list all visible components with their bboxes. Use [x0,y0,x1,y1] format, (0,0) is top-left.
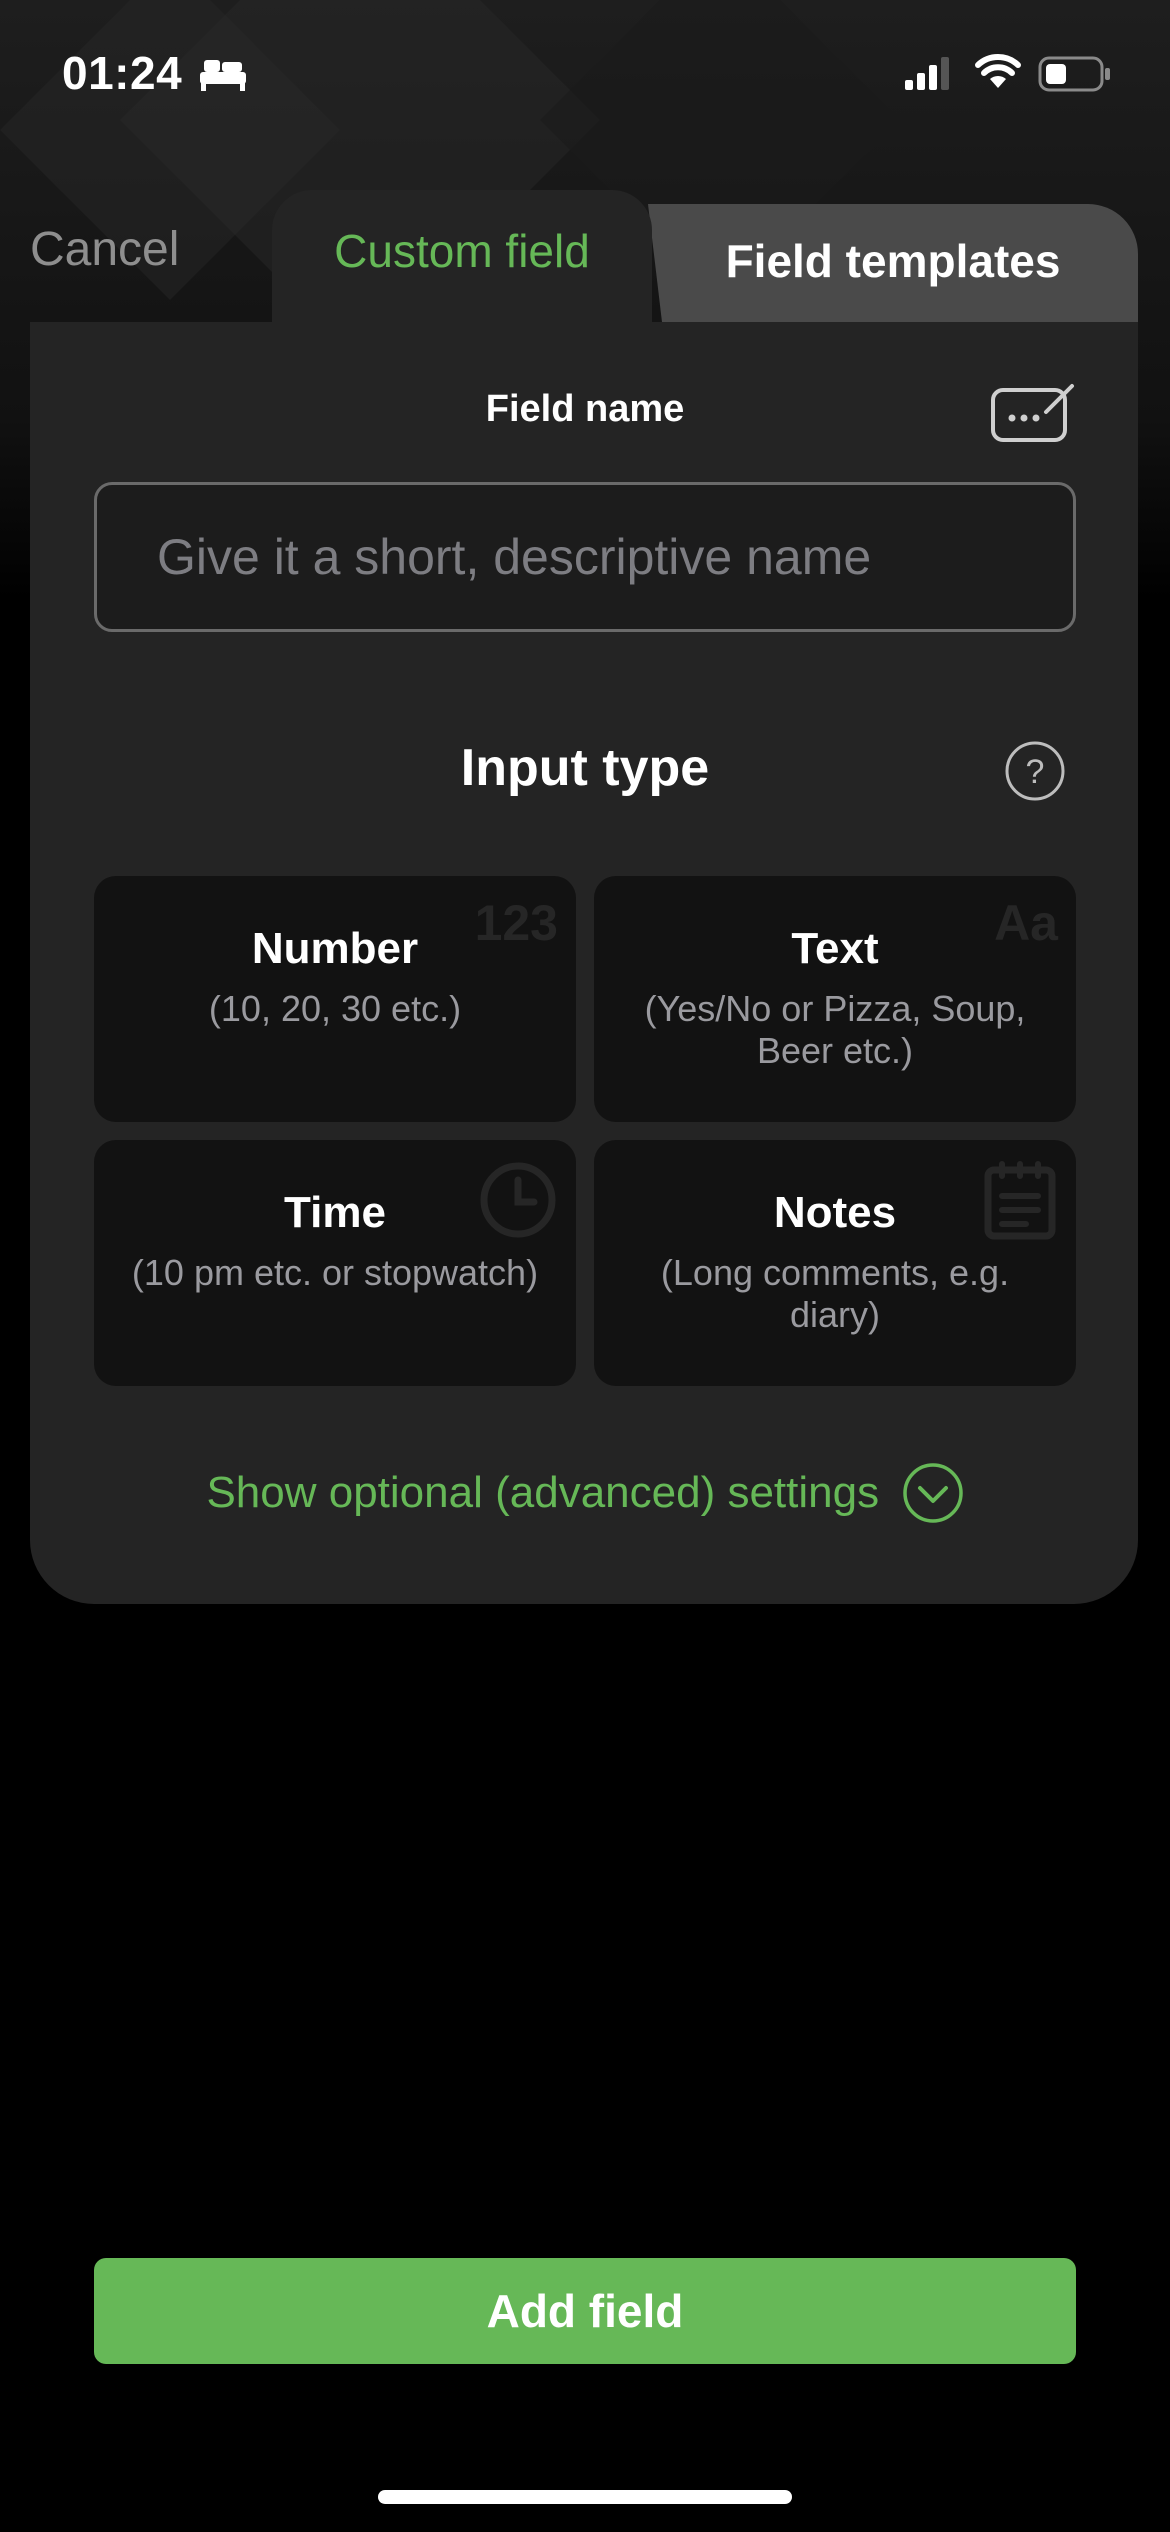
tab-label: Custom field [334,225,590,277]
tile-description: (10, 20, 30 etc.) [208,988,462,1029]
tab-custom-field[interactable]: Custom field [272,190,652,325]
keyboard-edit-icon[interactable] [990,382,1076,444]
wifi-icon [975,54,1021,88]
cellular-signal-icon [905,57,949,90]
advanced-settings-label: Show optional (advanced) settings [206,1468,880,1517]
tile-description: (Yes/No or Pizza, Soup, Beer etc.) [644,988,1026,1071]
status-time: 01:24 [62,47,183,99]
cancel-button[interactable]: Cancel [30,222,179,277]
tab-field-templates[interactable]: Field templates [648,204,1138,322]
input-type-text[interactable]: Aa Text (Yes/No or Pizza, Soup, Beer etc… [594,876,1076,1122]
input-type-notes[interactable]: Notes (Long comments, e.g. diary) [594,1140,1076,1386]
tile-title: Text [791,924,879,973]
bed-icon [200,60,246,91]
tile-title: Notes [773,1188,897,1237]
input-type-number[interactable]: 123 Number (10, 20, 30 etc.) [94,876,576,1122]
add-field-button[interactable]: Add field [94,2258,1076,2364]
svg-text:?: ? [1026,753,1045,791]
tile-description: (Long comments, e.g. diary) [660,1252,1010,1335]
input-type-label: Input type [460,739,710,797]
tile-title: Time [284,1188,386,1237]
input-type-time[interactable]: Time (10 pm etc. or stopwatch) [94,1140,576,1386]
show-advanced-settings-toggle[interactable]: Show optional (advanced) settings [0,1462,1170,1524]
help-icon[interactable]: ? [1004,740,1066,802]
status-bar: 01:24 [0,0,1170,150]
home-indicator [378,2490,792,2504]
tile-description: (10 pm etc. or stopwatch) [131,1252,539,1293]
chevron-down-circle-icon [902,1463,963,1523]
tab-label: Field templates [725,235,1061,287]
field-name-input[interactable] [94,482,1076,632]
tile-title: Number [251,924,419,973]
battery-icon [1038,56,1110,92]
